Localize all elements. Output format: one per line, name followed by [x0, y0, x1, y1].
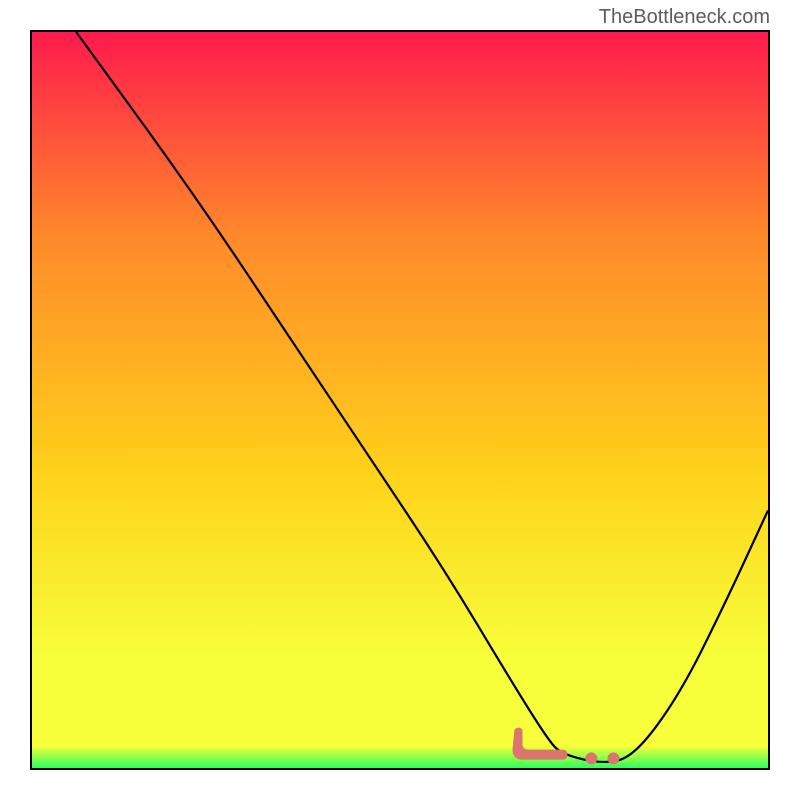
data-mark	[607, 752, 619, 764]
chart-svg	[32, 32, 768, 768]
data-mark	[585, 752, 597, 764]
chart-frame	[30, 30, 770, 770]
watermark-text: TheBottleneck.com	[599, 6, 770, 29]
gradient-background	[32, 32, 768, 768]
